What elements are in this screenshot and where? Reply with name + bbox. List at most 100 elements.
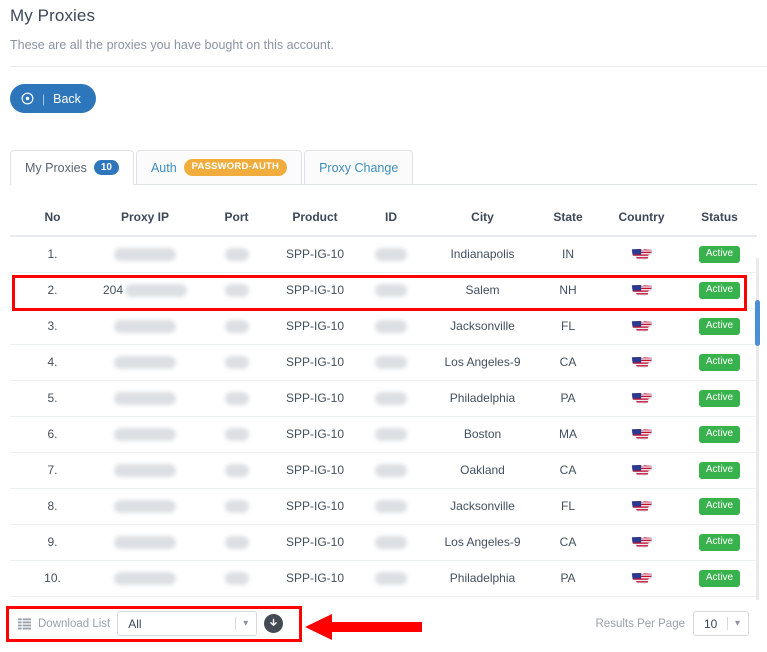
redacted-proxy-ip	[114, 464, 176, 478]
table-row[interactable]: 5. SPP-IG-10 Philadelphia PA Active	[10, 380, 757, 417]
back-label: Back	[53, 91, 81, 106]
redacted-port	[224, 572, 249, 586]
status-badge: Active	[698, 462, 741, 479]
cell-status: Active	[682, 380, 757, 417]
cell-port	[195, 452, 278, 489]
cell-product: SPP-IG-10	[278, 452, 352, 489]
cell-city: Oakland	[430, 452, 535, 489]
column-header-state: State	[535, 200, 601, 237]
cell-country	[601, 416, 682, 453]
tab-proxy-change[interactable]: Proxy Change	[304, 150, 414, 184]
cell-id	[352, 416, 430, 453]
cell-no: 3.	[10, 308, 95, 345]
table-row[interactable]: 2. 204 SPP-IG-10 Salem NH Active	[10, 272, 757, 309]
redacted-port	[224, 500, 249, 514]
us-flag-icon	[631, 534, 653, 548]
us-flag-icon	[631, 498, 653, 512]
table-header-row: No Proxy IP Port Product ID City State C…	[10, 200, 757, 237]
cell-product: SPP-IG-10	[278, 308, 352, 345]
cell-city: Jacksonville	[430, 308, 535, 345]
column-header-country: Country	[601, 200, 682, 237]
page-subtitle: These are all the proxies you have bough…	[10, 38, 334, 52]
column-header-city: City	[430, 200, 535, 237]
cell-state: IN	[535, 236, 601, 273]
redacted-port	[224, 428, 249, 442]
download-button[interactable]	[264, 614, 284, 633]
cell-no: 8.	[10, 488, 95, 525]
results-per-page-select[interactable]: 10 ▾	[693, 611, 749, 636]
cell-proxy-ip: 204	[95, 272, 195, 309]
cell-state: FL	[535, 308, 601, 345]
cell-port	[195, 488, 278, 525]
cell-id	[352, 344, 430, 381]
tab-auth[interactable]: Auth PASSWORD-AUTH	[135, 150, 303, 184]
redacted-proxy-ip	[114, 536, 176, 550]
redacted-proxy-ip	[114, 356, 176, 370]
download-icon	[270, 618, 277, 627]
cell-status: Active	[682, 524, 757, 561]
redacted-id	[375, 464, 407, 478]
back-button[interactable]: | Back	[10, 84, 96, 113]
status-badge: Active	[698, 426, 741, 443]
column-header-status: Status	[682, 200, 757, 237]
page-title: My Proxies	[10, 6, 96, 25]
cell-status: Active	[682, 560, 757, 597]
table-row[interactable]: 7. SPP-IG-10 Oakland CA Active	[10, 452, 757, 489]
column-header-product: Product	[278, 200, 352, 237]
table-row[interactable]: 6. SPP-IG-10 Boston MA Active	[10, 416, 757, 453]
cell-proxy-ip	[95, 308, 195, 345]
cell-no: 6.	[10, 416, 95, 453]
table-row[interactable]: 10. SPP-IG-10 Philadelphia PA Active	[10, 560, 757, 597]
redacted-proxy-ip	[114, 248, 176, 262]
cell-state: CA	[535, 452, 601, 489]
redacted-port	[224, 320, 249, 334]
status-badge: Active	[698, 390, 741, 407]
cell-product: SPP-IG-10	[278, 524, 352, 561]
cell-proxy-ip	[95, 236, 195, 273]
cell-country	[601, 380, 682, 417]
select-divider	[235, 617, 237, 630]
us-flag-icon	[631, 318, 653, 332]
us-flag-icon	[631, 390, 653, 404]
cell-proxy-ip	[95, 380, 195, 417]
cell-product: SPP-IG-10	[278, 416, 352, 453]
results-per-page-label: Results Per Page	[595, 617, 686, 630]
cell-product: SPP-IG-10	[278, 488, 352, 525]
cell-proxy-ip	[95, 524, 195, 561]
redacted-id	[375, 392, 407, 406]
tab-my-proxies-label: My Proxies	[25, 160, 87, 175]
download-list-select[interactable]: All ▾	[117, 611, 258, 636]
table-row[interactable]: 8. SPP-IG-10 Jacksonville FL Active	[10, 488, 757, 525]
status-badge: Active	[698, 354, 741, 371]
cell-id	[352, 452, 430, 489]
table-row[interactable]: 1. SPP-IG-10 Indianapolis IN Active	[10, 236, 757, 273]
cell-country	[601, 236, 682, 273]
us-flag-icon	[631, 462, 653, 476]
table-row[interactable]: 9. SPP-IG-10 Los Angeles-9 CA Active	[10, 524, 757, 561]
cell-city: Salem	[430, 272, 535, 309]
redacted-proxy-ip	[114, 572, 176, 586]
cell-port	[195, 416, 278, 453]
status-badge: Active	[698, 498, 741, 515]
scrollbar-thumb[interactable]	[755, 300, 760, 346]
column-header-proxy-ip: Proxy IP	[95, 200, 195, 237]
column-header-port: Port	[195, 200, 278, 237]
cell-id	[352, 272, 430, 309]
table-row[interactable]: 3. SPP-IG-10 Jacksonville FL Active	[10, 308, 757, 345]
cell-product: SPP-IG-10	[278, 560, 352, 597]
status-badge: Active	[698, 318, 741, 335]
header-divider	[10, 66, 767, 67]
table-row[interactable]: 4. SPP-IG-10 Los Angeles-9 CA Active	[10, 344, 757, 381]
tab-my-proxies[interactable]: My Proxies 10	[10, 150, 134, 185]
redacted-proxy-ip	[114, 392, 176, 406]
redacted-port	[224, 284, 249, 298]
status-badge: Active	[698, 282, 741, 299]
cell-city: Los Angeles-9	[430, 344, 535, 381]
cell-no: 1.	[10, 236, 95, 273]
cell-port	[195, 560, 278, 597]
cell-status: Active	[682, 272, 757, 309]
redacted-id	[375, 572, 407, 586]
page-root: My Proxies These are all the proxies you…	[0, 0, 767, 652]
tab-my-proxies-count-badge: 10	[93, 160, 119, 175]
status-badge: Active	[698, 534, 741, 551]
